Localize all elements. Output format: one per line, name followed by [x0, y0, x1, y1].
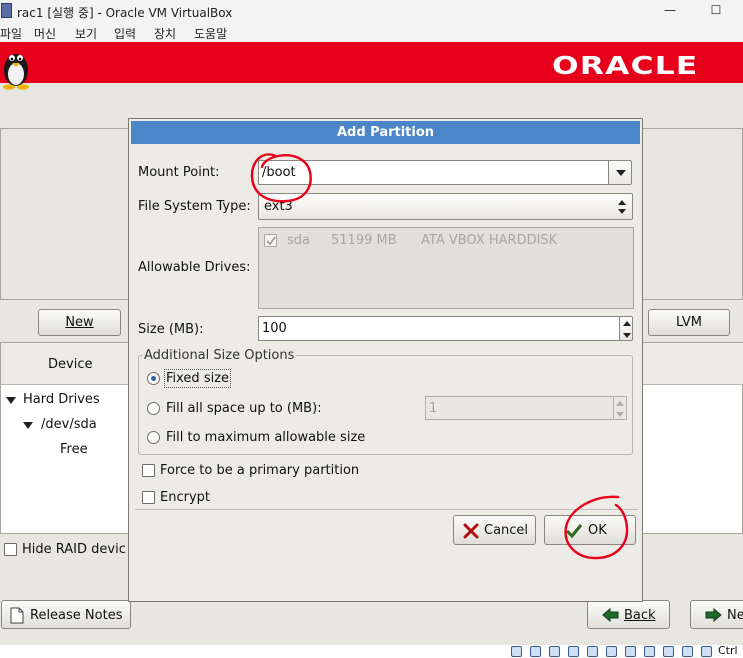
partition-graph-left: [0, 128, 130, 300]
tree-free[interactable]: Free: [60, 442, 88, 457]
chevron-down-icon: [616, 170, 626, 176]
encrypt-label[interactable]: Encrypt: [160, 490, 210, 505]
fill-max-label[interactable]: Fill to maximum allowable size: [166, 430, 365, 445]
checkmark-icon: [266, 236, 276, 246]
drive-sda-checkbox: [264, 234, 277, 247]
updown-arrows-icon: [618, 200, 626, 214]
virtualbox-icon: [1, 3, 12, 18]
new-button-label: New: [65, 315, 94, 330]
size-label: Size (MB):: [138, 322, 204, 337]
host-status-bar: Ctrl: [0, 645, 743, 658]
ok-button[interactable]: OK: [544, 515, 636, 545]
menu-devices[interactable]: 장치: [154, 25, 176, 42]
display-status-icon[interactable]: [625, 646, 636, 657]
cancel-button[interactable]: Cancel: [453, 515, 536, 545]
installer-banner: ORACLE: [0, 42, 743, 83]
device-column-header[interactable]: Device: [48, 357, 92, 372]
spinner-arrows-icon: [616, 401, 624, 417]
shared-folders-icon[interactable]: [606, 646, 617, 657]
maximize-button[interactable]: ☐: [698, 0, 734, 22]
mount-point-input[interactable]: /boot: [258, 160, 609, 185]
window-title: rac1 [실행 중] - Oracle VM VirtualBox: [17, 6, 233, 20]
next-label: Ne: [727, 608, 743, 623]
encrypt-checkbox[interactable]: [142, 491, 155, 504]
audio-status-icon[interactable]: [549, 646, 560, 657]
lvm-button-label: LVM: [676, 315, 702, 330]
optical-drive-icon[interactable]: [530, 646, 541, 657]
mount-point-value: /boot: [262, 165, 296, 180]
close-icon: [463, 523, 479, 539]
partition-graph-right: [641, 128, 743, 300]
fixed-size-label[interactable]: Fixed size: [163, 369, 232, 388]
hide-raid-label: Hide RAID devic: [22, 542, 126, 557]
menu-machine[interactable]: 머신: [34, 25, 56, 42]
radio-selected-dot: [151, 376, 156, 381]
tree-dev-sda[interactable]: /dev/sda: [41, 417, 97, 432]
fill-upto-value: 1: [429, 401, 438, 416]
fixed-size-radio[interactable]: [147, 372, 160, 385]
spinner-arrows-icon: [623, 321, 631, 338]
document-icon: [10, 607, 24, 624]
hide-raid-checkbox[interactable]: [4, 543, 17, 556]
size-spinner[interactable]: [619, 316, 633, 341]
arrow-right-icon: [705, 608, 722, 622]
dialog-separator: [135, 509, 638, 510]
fill-upto-label[interactable]: Fill all space up to (MB):: [166, 401, 322, 416]
fs-type-label: File System Type:: [138, 199, 251, 214]
menu-view[interactable]: 보기: [75, 25, 97, 42]
cancel-label: Cancel: [484, 523, 529, 538]
oracle-logo: ORACLE: [552, 51, 699, 80]
size-value: 100: [262, 321, 287, 336]
fs-type-value: ext3: [264, 199, 293, 214]
fill-upto-spinner: [613, 396, 627, 420]
mouse-integration-icon[interactable]: [682, 646, 693, 657]
back-button[interactable]: Back: [587, 600, 670, 629]
add-partition-dialog: Add Partition Mount Point: /boot File Sy…: [128, 118, 643, 602]
menubar: 파일 머신 보기 입력 장치 도움말: [0, 22, 743, 42]
usb-status-icon[interactable]: [587, 646, 598, 657]
window-titlebar: rac1 [실행 중] - Oracle VM VirtualBox — ☐: [0, 0, 743, 22]
next-button[interactable]: Ne: [690, 600, 743, 629]
release-notes-label: Release Notes: [30, 608, 123, 623]
drives-list: sda 51199 MB ATA VBOX HARDDISK: [258, 227, 634, 309]
tux-penguin-icon: [3, 54, 29, 90]
primary-partition-label[interactable]: Force to be a primary partition: [160, 463, 359, 478]
lvm-button[interactable]: LVM: [648, 309, 730, 336]
menu-input[interactable]: 입력: [114, 25, 136, 42]
release-notes-button[interactable]: Release Notes: [1, 600, 131, 629]
new-button[interactable]: New: [38, 309, 121, 336]
mount-point-dropdown-button[interactable]: [608, 160, 632, 185]
allowable-drives-label: Allowable Drives:: [138, 260, 251, 275]
mount-point-label: Mount Point:: [138, 165, 220, 180]
fill-upto-input: 1: [425, 396, 614, 420]
network-status-icon[interactable]: [568, 646, 579, 657]
drive-name: sda: [287, 233, 310, 248]
cpu-status-icon[interactable]: [663, 646, 674, 657]
drive-size: 51199 MB: [331, 233, 397, 248]
size-input[interactable]: 100: [258, 316, 620, 341]
fs-type-select[interactable]: ext3: [258, 193, 633, 220]
dialog-title: Add Partition: [131, 121, 640, 144]
additional-size-legend: Additional Size Options: [142, 348, 297, 363]
guest-screen[interactable]: ORACLE New LVM Device Hard Drives /dev/s…: [0, 42, 743, 645]
minimize-button[interactable]: —: [652, 0, 688, 22]
arrow-left-icon: [602, 608, 619, 622]
fill-max-radio[interactable]: [147, 431, 160, 444]
recording-status-icon[interactable]: [644, 646, 655, 657]
expand-triangle-icon[interactable]: [6, 397, 16, 404]
ok-label: OK: [588, 523, 607, 538]
tree-hard-drives[interactable]: Hard Drives: [23, 392, 100, 407]
expand-triangle-icon[interactable]: [23, 422, 33, 429]
keyboard-capture-icon[interactable]: [701, 646, 712, 657]
menu-file[interactable]: 파일: [0, 25, 22, 42]
primary-partition-checkbox[interactable]: [142, 464, 155, 477]
drive-model: ATA VBOX HARDDISK: [421, 233, 558, 248]
checkmark-icon: [565, 524, 583, 539]
menu-help[interactable]: 도움말: [194, 25, 227, 42]
fill-upto-radio[interactable]: [147, 402, 160, 415]
host-key-label: Ctrl: [718, 644, 738, 657]
back-label: Back: [624, 608, 656, 623]
hdd-status-icon[interactable]: [511, 646, 522, 657]
